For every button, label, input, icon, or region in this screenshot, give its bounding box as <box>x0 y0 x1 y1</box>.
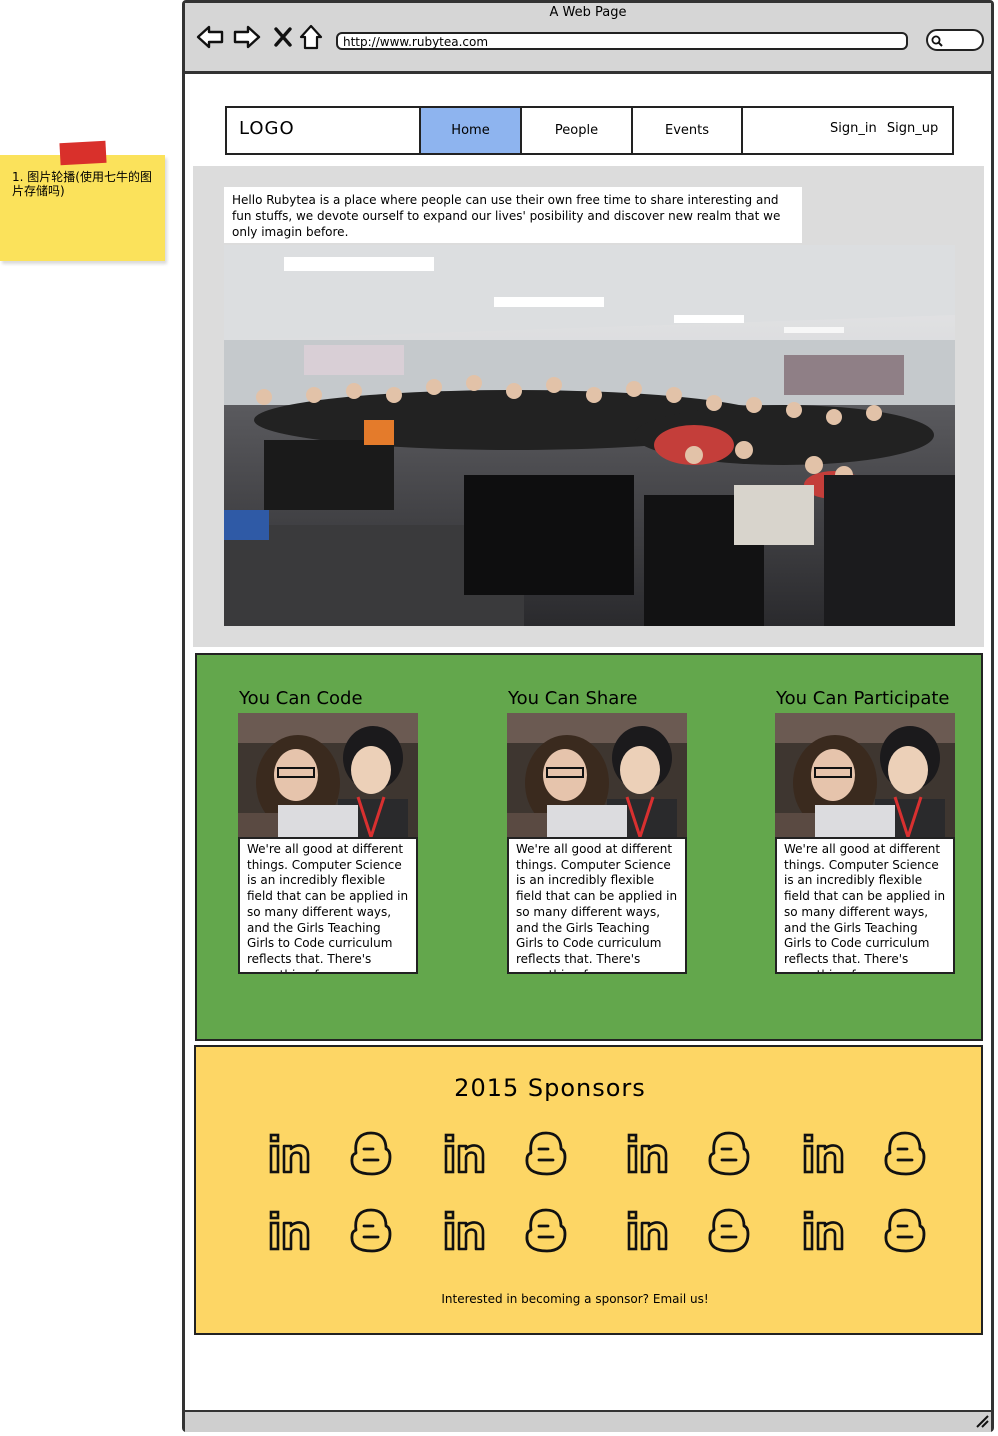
sign-up-link[interactable]: Sign_up <box>887 121 938 136</box>
linkedin-icon[interactable] <box>624 1206 672 1254</box>
sticky-note-text: 1. 图片轮播(使用七牛的图片存储吗) <box>12 170 152 198</box>
linkedin-icon[interactable] <box>441 1206 489 1254</box>
sticky-note-tape <box>59 140 107 166</box>
tab-events[interactable]: Events <box>631 108 743 153</box>
linkedin-icon[interactable] <box>624 1129 672 1177</box>
close-x-icon[interactable] <box>272 24 294 50</box>
logo[interactable]: LOGO <box>239 118 295 139</box>
feature-title: You Can Code <box>239 688 363 709</box>
address-bar[interactable]: http://www.rubytea.com <box>336 32 908 50</box>
sponsor-cta-text[interactable]: Interested in becoming a sponsor? Email … <box>194 1292 956 1306</box>
tab-people[interactable]: People <box>520 108 631 153</box>
blogger-icon[interactable] <box>704 1206 752 1254</box>
feature-image <box>238 713 418 837</box>
linkedin-icon[interactable] <box>800 1206 848 1254</box>
blogger-icon[interactable] <box>346 1129 394 1177</box>
feature-description: We're all good at different things. Comp… <box>507 837 687 974</box>
auth-links: Sign_in Sign_up <box>830 121 938 136</box>
linkedin-icon[interactable] <box>800 1129 848 1177</box>
sponsors-title: 2015 Sponsors <box>454 1074 646 1102</box>
feature-title: You Can Participate <box>776 688 950 709</box>
hero-intro-text: Hello Rubytea is a place where people ca… <box>224 187 802 243</box>
blogger-icon[interactable] <box>880 1206 928 1254</box>
blogger-icon[interactable] <box>346 1206 394 1254</box>
feature-image <box>507 713 687 837</box>
blogger-icon[interactable] <box>880 1129 928 1177</box>
window-title: A Web Page <box>549 5 627 20</box>
tab-home[interactable]: Home <box>419 108 520 153</box>
resize-handle-icon[interactable] <box>975 1414 989 1428</box>
back-arrow-icon[interactable] <box>196 24 224 50</box>
linkedin-icon[interactable] <box>266 1129 314 1177</box>
browser-status-bar <box>185 1410 991 1432</box>
feature-description: We're all good at different things. Comp… <box>775 837 955 974</box>
linkedin-icon[interactable] <box>266 1206 314 1254</box>
feature-image <box>775 713 955 837</box>
home-icon[interactable] <box>298 24 324 50</box>
linkedin-icon[interactable] <box>441 1129 489 1177</box>
feature-title: You Can Share <box>508 688 638 709</box>
search-icon <box>931 35 943 47</box>
blogger-icon[interactable] <box>704 1129 752 1177</box>
blogger-icon[interactable] <box>521 1129 569 1177</box>
blogger-icon[interactable] <box>521 1206 569 1254</box>
hero-carousel-image[interactable] <box>224 245 955 626</box>
feature-description: We're all good at different things. Comp… <box>238 837 418 974</box>
forward-arrow-icon[interactable] <box>233 24 261 50</box>
sign-in-link[interactable]: Sign_in <box>830 121 877 136</box>
